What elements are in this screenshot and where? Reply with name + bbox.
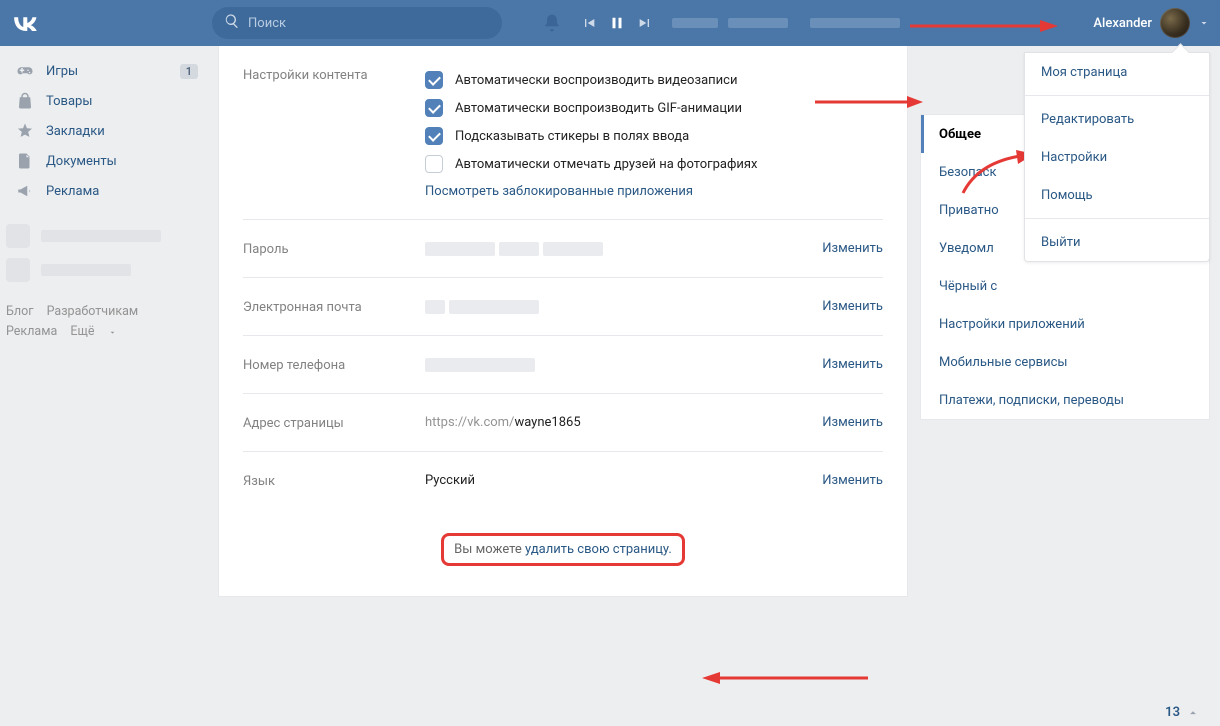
password-label: Пароль xyxy=(243,240,425,257)
opt-autoplay-gif[interactable]: Автоматически воспроизводить GIF-анимаци… xyxy=(425,94,883,122)
sidebar-item-bookmarks[interactable]: Закладки xyxy=(6,116,206,146)
footer-devs[interactable]: Разработчикам xyxy=(47,304,139,319)
footer-links: Блог Разработчикам Реклама Ещё xyxy=(6,302,206,342)
search-icon xyxy=(224,13,248,33)
password-masked-value xyxy=(425,242,603,256)
user-dropdown: Моя страница Редактировать Настройки Пом… xyxy=(1024,52,1210,262)
chevron-down-icon xyxy=(1198,17,1210,29)
chat-toggle[interactable]: 13 xyxy=(1165,705,1200,720)
nav-label: Документы xyxy=(46,154,117,169)
pause-icon[interactable] xyxy=(608,14,626,32)
email-masked-value xyxy=(425,300,539,314)
sidebar-blurred-section xyxy=(6,224,206,282)
email-label: Электронная почта xyxy=(243,298,425,315)
opt-autoplay-video[interactable]: Автоматически воспроизводить видеозаписи xyxy=(425,66,883,94)
footer-more[interactable]: Ещё xyxy=(70,322,116,342)
bag-icon xyxy=(14,90,36,112)
nav-label: Закладки xyxy=(46,124,105,139)
blocked-apps-link[interactable]: Посмотреть заблокированные приложения xyxy=(425,184,693,199)
settings-panel: Настройки контента Автоматически воспрои… xyxy=(218,46,908,597)
user-name-label: Alexander xyxy=(1093,16,1152,31)
settings-tab-mobile[interactable]: Мобильные сервисы xyxy=(921,343,1209,381)
nav-badge: 1 xyxy=(180,64,198,79)
phone-label: Номер телефона xyxy=(243,356,425,373)
sidebar-item-docs[interactable]: Документы xyxy=(6,146,206,176)
opt-label: Автоматически воспроизводить видеозаписи xyxy=(455,73,737,88)
left-sidebar: Игры 1 Товары Закладки Документы Реклама xyxy=(6,56,206,342)
opt-label: Автоматически отмечать друзей на фотогра… xyxy=(455,157,757,172)
document-icon xyxy=(14,150,36,172)
megaphone-icon xyxy=(14,180,36,202)
avatar xyxy=(1160,8,1190,38)
sidebar-item-games[interactable]: Игры 1 xyxy=(6,56,206,86)
dropdown-my-page[interactable]: Моя страница xyxy=(1025,53,1209,91)
checkbox-icon[interactable] xyxy=(425,99,443,117)
music-player xyxy=(580,14,900,32)
nav-label: Игры xyxy=(46,64,78,79)
gamepad-icon xyxy=(14,60,36,82)
delete-account-link[interactable]: удалить свою страницу. xyxy=(525,542,672,557)
email-change-link[interactable]: Изменить xyxy=(822,299,883,314)
footer-blog[interactable]: Блог xyxy=(6,304,33,319)
track-title[interactable] xyxy=(672,18,900,28)
header-user-menu[interactable]: Alexander xyxy=(1093,0,1210,46)
footer-ads[interactable]: Реклама xyxy=(6,324,57,339)
address-label: Адрес страницы xyxy=(243,414,425,431)
dropdown-edit[interactable]: Редактировать xyxy=(1025,100,1209,138)
checkbox-icon[interactable] xyxy=(425,71,443,89)
sidebar-item-ads[interactable]: Реклама xyxy=(6,176,206,206)
nav-label: Товары xyxy=(46,94,92,109)
settings-tab-payments[interactable]: Платежи, подписки, переводы xyxy=(921,381,1209,419)
dropdown-settings[interactable]: Настройки xyxy=(1025,138,1209,176)
nav-label: Реклама xyxy=(46,184,99,199)
dropdown-help[interactable]: Помощь xyxy=(1025,176,1209,214)
bell-icon[interactable] xyxy=(540,11,564,35)
lang-label: Язык xyxy=(243,472,425,489)
opt-label: Автоматически воспроизводить GIF-анимаци… xyxy=(455,101,742,116)
dropdown-logout[interactable]: Выйти xyxy=(1025,223,1209,261)
opt-label: Подсказывать стикеры в полях ввода xyxy=(455,129,689,144)
prev-track-icon[interactable] xyxy=(580,14,598,32)
phone-change-link[interactable]: Изменить xyxy=(822,357,883,372)
address-value: https://vk.com/wayne1865 xyxy=(425,415,581,430)
opt-suggest-stickers[interactable]: Подсказывать стикеры в полях ввода xyxy=(425,122,883,150)
delete-account-highlight: Вы можете удалить свою страницу. xyxy=(441,533,685,566)
lang-value: Русский xyxy=(425,473,475,488)
sidebar-item-market[interactable]: Товары xyxy=(6,86,206,116)
checkbox-icon[interactable] xyxy=(425,127,443,145)
content-settings-label: Настройки контента xyxy=(243,66,425,199)
star-icon xyxy=(14,120,36,142)
search-input[interactable]: Поиск xyxy=(212,7,502,39)
top-header: Поиск Alexander xyxy=(0,0,1220,46)
settings-tab-apps[interactable]: Настройки приложений xyxy=(921,305,1209,343)
address-change-link[interactable]: Изменить xyxy=(822,415,883,430)
password-change-link[interactable]: Изменить xyxy=(822,241,883,256)
delete-pre-text: Вы можете xyxy=(454,542,525,557)
opt-autotag-friends[interactable]: Автоматически отмечать друзей на фотогра… xyxy=(425,150,883,178)
search-placeholder: Поиск xyxy=(248,16,286,31)
checkbox-icon[interactable] xyxy=(425,155,443,173)
chat-count: 13 xyxy=(1165,705,1180,720)
settings-tab-blacklist[interactable]: Чёрный с xyxy=(921,267,1209,305)
phone-masked-value xyxy=(425,358,535,372)
next-track-icon[interactable] xyxy=(636,14,654,32)
lang-change-link[interactable]: Изменить xyxy=(822,473,883,488)
vk-logo[interactable] xyxy=(0,15,50,31)
